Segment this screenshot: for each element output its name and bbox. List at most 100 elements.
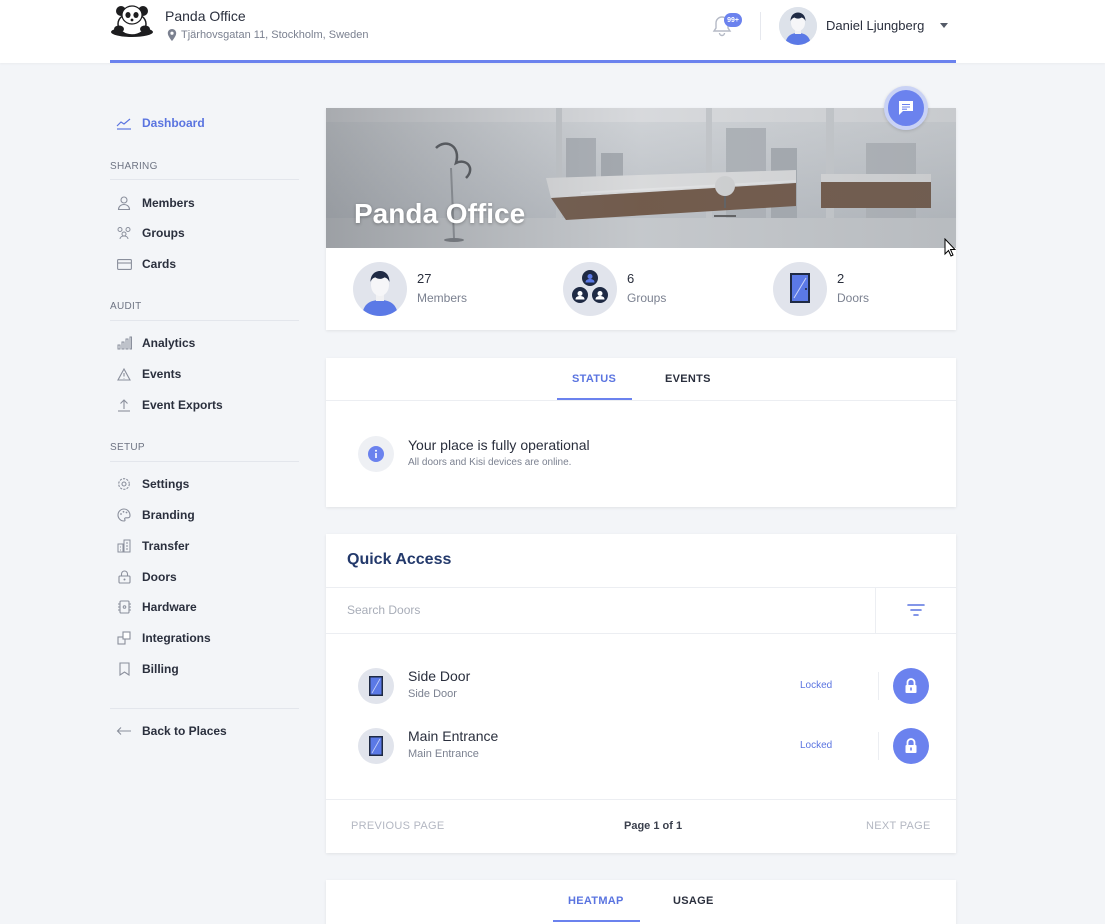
sidebar-item-label: Branding: [142, 508, 195, 522]
list-item[interactable]: Main Entrance Main Entrance Locked: [358, 726, 933, 766]
sidebar-item-label: Analytics: [142, 336, 196, 350]
sidebar-item-transfer[interactable]: Transfer: [116, 537, 189, 555]
groups-count: 6: [627, 271, 635, 286]
sidebar-item-events[interactable]: Events: [116, 365, 181, 383]
sidebar-item-label: Members: [142, 196, 195, 210]
mouse-cursor-icon: [944, 237, 957, 257]
tab-divider: [326, 400, 956, 401]
sidebar-item-label: Settings: [142, 477, 190, 491]
person-icon: [116, 195, 132, 211]
arrow-left-icon: [116, 723, 132, 739]
user-name[interactable]: Daniel Ljungberg: [826, 18, 924, 33]
sidebar-item-groups[interactable]: Groups: [116, 224, 185, 242]
door-divider: [878, 672, 879, 700]
sidebar-item-dashboard[interactable]: Dashboard: [116, 114, 205, 132]
sidebar-item-doors[interactable]: Doors: [116, 568, 177, 586]
chart-line-icon: [116, 115, 132, 131]
chat-button[interactable]: [884, 86, 928, 130]
sidebar-divider: [110, 179, 299, 180]
door-status: Locked: [800, 680, 833, 691]
door-status: Locked: [800, 740, 833, 751]
stat-doors[interactable]: 2 Doors: [773, 262, 869, 316]
bar-chart-icon: [116, 335, 132, 351]
door-subtitle: Main Entrance: [408, 748, 479, 760]
members-avatar: [353, 262, 407, 316]
sidebar-item-label: Events: [142, 367, 182, 381]
panda-logo[interactable]: [110, 2, 154, 42]
notification-badge: 99+: [724, 13, 742, 27]
door-divider: [878, 732, 879, 760]
unlock-button[interactable]: [893, 728, 929, 764]
section-divider: [326, 587, 956, 588]
lock-icon: [116, 569, 132, 585]
status-card: [326, 358, 956, 507]
info-icon: [368, 446, 384, 462]
chip-icon: [116, 599, 132, 615]
usage-card: [326, 880, 956, 924]
chevron-down-icon[interactable]: [940, 23, 948, 28]
sidebar-item-branding[interactable]: Branding: [116, 506, 195, 524]
pagination-divider: [326, 799, 956, 800]
header-divider: [760, 12, 761, 40]
sidebar-section-sharing: SHARING: [110, 161, 158, 172]
sidebar-section-setup: SETUP: [110, 442, 145, 453]
sidebar-item-label: Event Exports: [142, 398, 223, 412]
filter-divider: [875, 588, 876, 633]
hero-title: Panda Office: [354, 198, 526, 229]
sidebar-divider: [110, 320, 299, 321]
door-name: Side Door: [408, 668, 471, 684]
upload-icon: [116, 397, 132, 413]
place-name: Panda Office: [165, 8, 246, 24]
list-item[interactable]: Side Door Side Door Locked: [358, 666, 933, 706]
door-icon: [358, 668, 394, 704]
stat-members[interactable]: 27 Members: [353, 262, 467, 316]
user-avatar[interactable]: [779, 7, 817, 45]
sidebar-item-settings[interactable]: Settings: [116, 475, 189, 493]
unlock-button[interactable]: [893, 668, 929, 704]
door-icon: [358, 728, 394, 764]
back-to-places-link[interactable]: Back to Places: [116, 722, 227, 740]
doors-count: 2: [837, 271, 845, 286]
status-title: Your place is fully operational: [408, 437, 590, 453]
previous-page-button[interactable]: PREVIOUS PAGE: [351, 820, 445, 832]
sidebar-item-hardware[interactable]: Hardware: [116, 598, 197, 616]
groups-label: Groups: [627, 291, 667, 305]
sidebar-item-cards[interactable]: Cards: [116, 255, 176, 273]
integrations-icon: [116, 630, 132, 646]
next-page-button[interactable]: NEXT PAGE: [866, 820, 931, 832]
sidebar-item-label: Transfer: [142, 539, 190, 553]
stat-groups[interactable]: 6 Groups: [563, 262, 666, 316]
lock-icon: [905, 678, 917, 693]
sidebar-item-label: Cards: [142, 257, 177, 271]
card-icon: [116, 256, 132, 272]
tab-usage[interactable]: USAGE: [673, 895, 714, 907]
door-name: Main Entrance: [408, 728, 499, 744]
quick-access-title: Quick Access: [347, 551, 452, 568]
sidebar-item-event-exports[interactable]: Event Exports: [116, 396, 223, 414]
sidebar-item-label: Billing: [142, 662, 179, 676]
sidebar-item-members[interactable]: Members: [116, 194, 195, 212]
tab-heatmap[interactable]: HEATMAP: [568, 895, 624, 907]
active-tab-indicator: [553, 920, 640, 922]
address-text: Tjärhovsgatan 11, Stockholm, Sweden: [181, 29, 369, 41]
sidebar-item-label: Groups: [142, 226, 185, 240]
sidebar-item-analytics[interactable]: Analytics: [116, 334, 195, 352]
warning-triangle-icon: [116, 366, 132, 382]
filter-icon[interactable]: [906, 602, 926, 618]
tab-status[interactable]: STATUS: [572, 373, 616, 385]
hero-banner-image: Panda Office: [326, 108, 956, 248]
tab-events[interactable]: EVENTS: [665, 373, 711, 385]
palette-icon: [116, 507, 132, 523]
sidebar-item-integrations[interactable]: Integrations: [116, 629, 211, 647]
search-doors-input[interactable]: [347, 600, 847, 620]
header-accent-bar: [110, 60, 956, 63]
location-pin-icon: [167, 29, 177, 41]
buildings-icon: [116, 538, 132, 554]
bookmark-icon: [116, 661, 132, 677]
info-badge: [358, 436, 394, 472]
lock-icon: [905, 738, 917, 753]
doors-label: Doors: [837, 291, 870, 305]
door-icon: [773, 262, 827, 316]
sidebar-item-billing[interactable]: Billing: [116, 660, 179, 678]
gear-icon: [116, 476, 132, 492]
